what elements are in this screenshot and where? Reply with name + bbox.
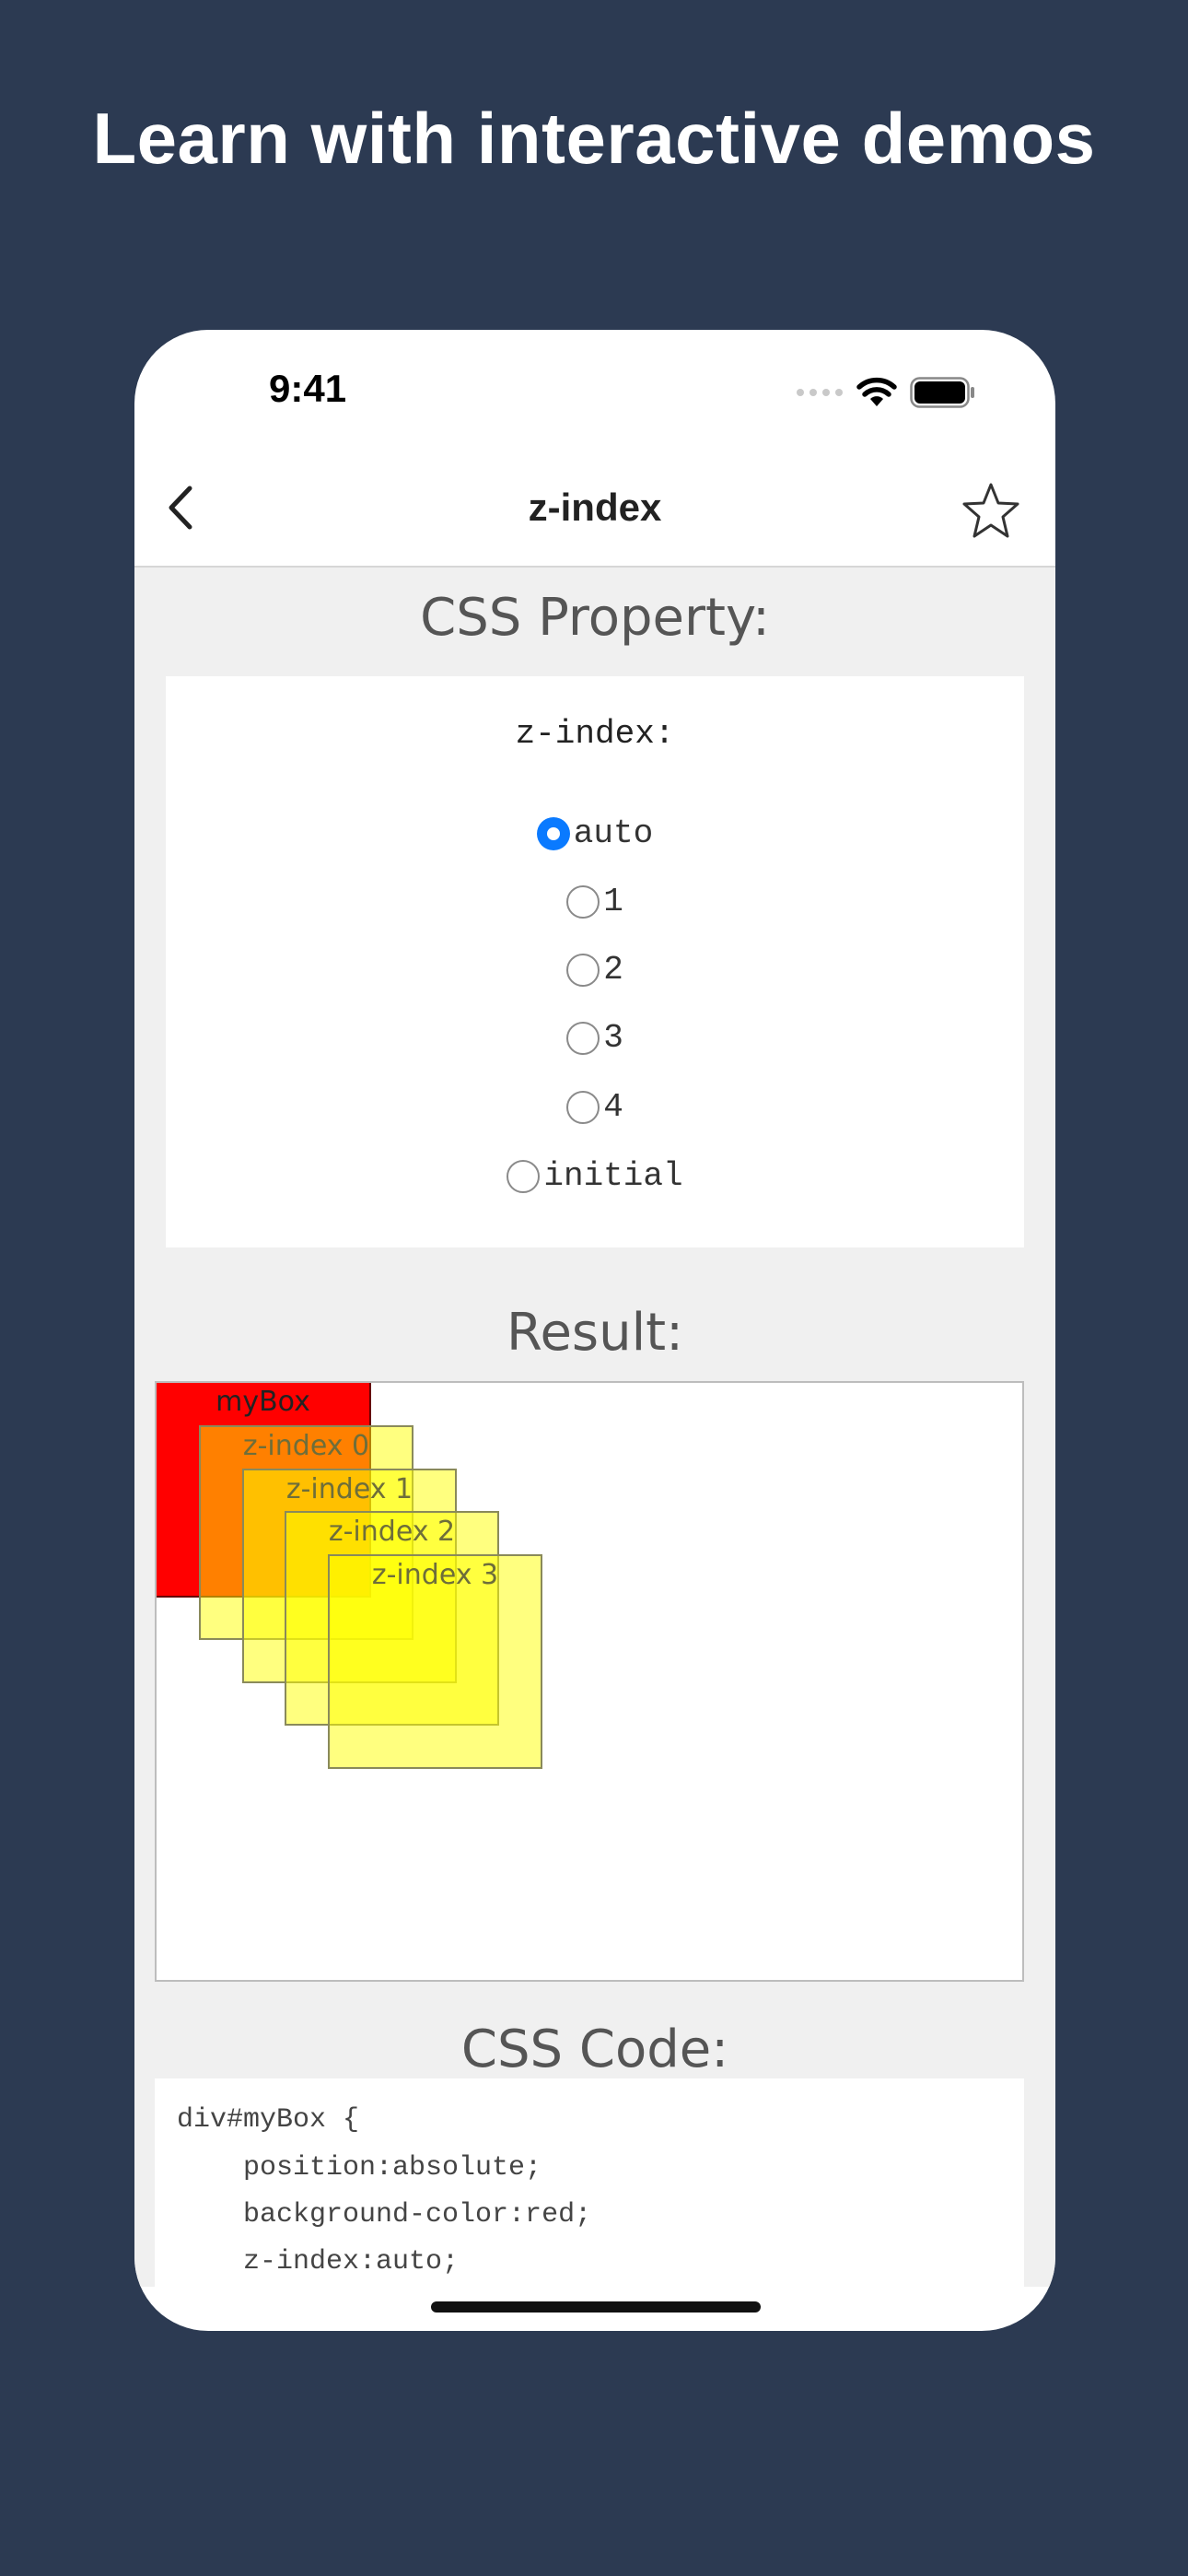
home-indicator[interactable] — [431, 2301, 761, 2313]
status-time: 9:41 — [269, 367, 347, 410]
radio-checked-icon[interactable] — [536, 816, 570, 850]
radio-option-3[interactable]: 3 — [166, 1019, 1024, 1057]
code-panel: div#myBox { position:absolute; backgroun… — [155, 2078, 1024, 2287]
radio-option-initial[interactable]: initial — [166, 1157, 1024, 1195]
radio-unchecked-icon[interactable] — [507, 1159, 541, 1193]
headline: Learn with interactive demos — [92, 98, 1096, 179]
code-line: div#myBox { — [177, 2104, 360, 2136]
battery-icon — [910, 377, 974, 408]
page-title: z-index — [528, 486, 662, 529]
code-line: background-color:red; — [177, 2199, 592, 2231]
radio-option-1[interactable]: 1 — [166, 883, 1024, 920]
code-line: position:absolute; — [177, 2152, 542, 2184]
signal-dots-icon — [797, 389, 843, 396]
property-label: z-index: — [515, 715, 675, 753]
radio-unchecked-icon[interactable] — [566, 1090, 600, 1124]
status-icons — [796, 376, 976, 409]
result-panel: myBox z-index 0 z-index 1 z-index 2 z-in… — [155, 1381, 1024, 1982]
navigation-bar: z-index — [134, 450, 1055, 568]
phone-frame: 9:41 z-index CSS Property: z-index: auto… — [134, 330, 1055, 2331]
result-section-title: Result: — [507, 1303, 683, 1363]
layer-box-3: z-index 3 — [328, 1554, 542, 1769]
radio-label: initial — [543, 1157, 683, 1195]
code-section-title: CSS Code: — [460, 2020, 729, 2079]
favorite-button[interactable] — [961, 481, 1020, 540]
radio-unchecked-icon[interactable] — [566, 1021, 600, 1055]
radio-option-2[interactable]: 2 — [166, 951, 1024, 989]
radio-label: 2 — [603, 951, 623, 989]
wifi-icon — [856, 377, 897, 406]
radio-label: 4 — [603, 1088, 623, 1126]
star-outline-icon — [962, 483, 1019, 538]
radio-option-4[interactable]: 4 — [166, 1088, 1024, 1126]
radio-unchecked-icon[interactable] — [566, 953, 600, 987]
radio-unchecked-icon[interactable] — [566, 884, 600, 919]
property-section-title: CSS Property: — [420, 588, 770, 648]
property-panel: z-index: auto 1 2 3 4 initial — [166, 676, 1024, 1247]
radio-label: 1 — [603, 883, 623, 920]
content-area[interactable]: CSS Property: z-index: auto 1 2 3 4 initial R… — [134, 568, 1055, 2287]
radio-label: 3 — [603, 1019, 623, 1057]
code-line: z-index:auto; — [177, 2246, 460, 2277]
radio-label: auto — [573, 814, 654, 852]
radio-option-auto[interactable]: auto — [166, 814, 1024, 852]
